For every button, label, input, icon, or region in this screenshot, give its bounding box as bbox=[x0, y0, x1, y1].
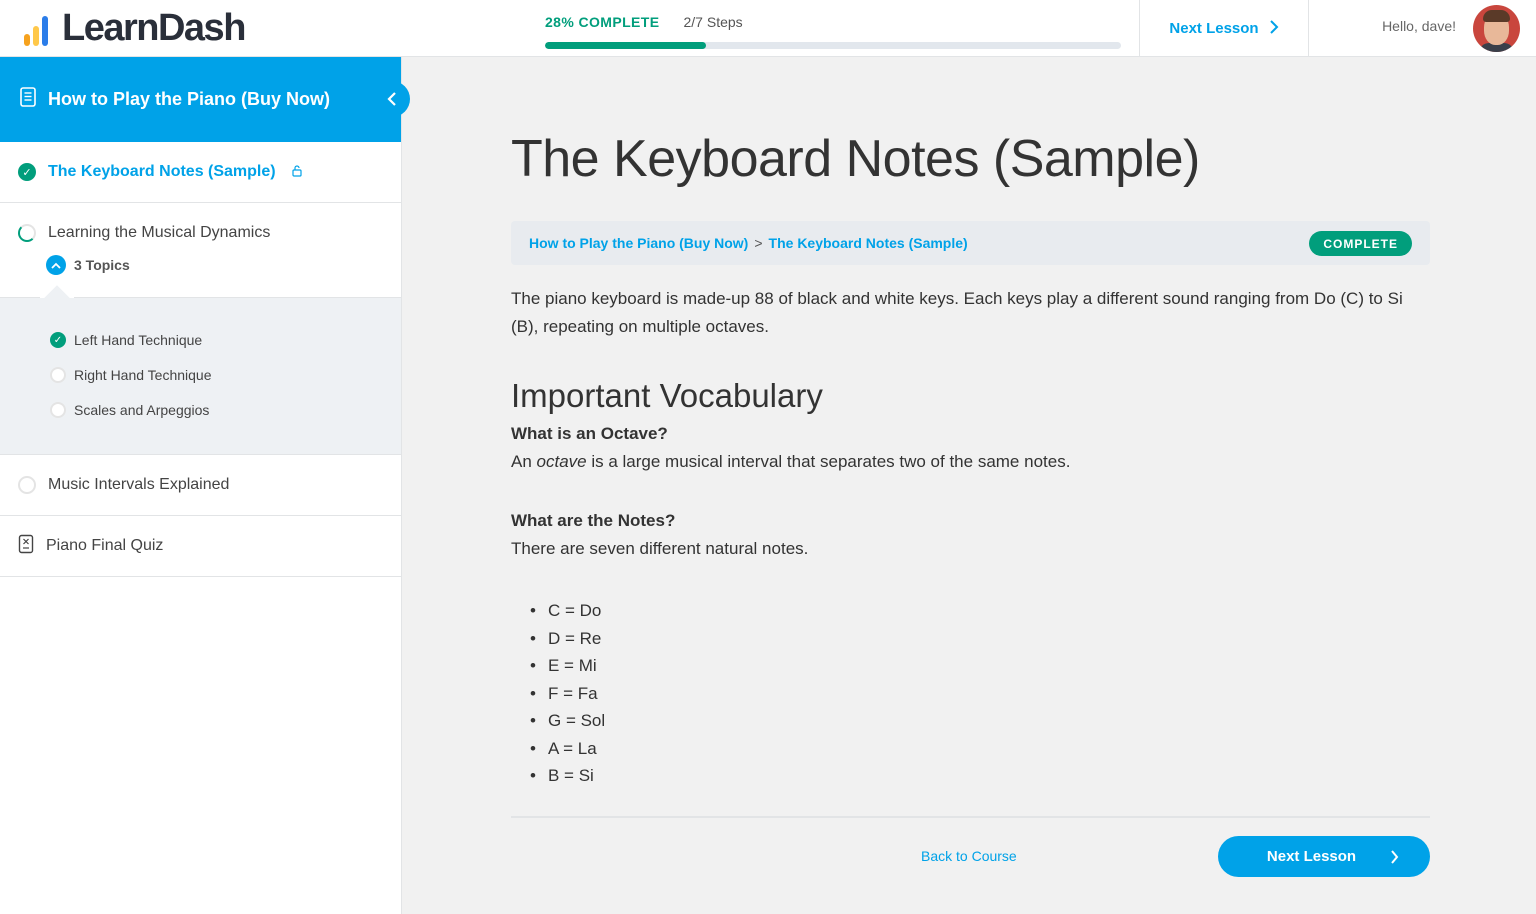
octave-emphasis: octave bbox=[536, 452, 587, 471]
check-complete-icon: ✓ bbox=[18, 163, 36, 181]
section-heading: Important Vocabulary bbox=[511, 377, 823, 414]
sidebar-lesson-keyboard-notes[interactable]: ✓ The Keyboard Notes (Sample) bbox=[0, 142, 401, 203]
sidebar-quiz-piano-final[interactable]: Piano Final Quiz bbox=[0, 516, 401, 577]
sidebar-lesson-label: Learning the Musical Dynamics bbox=[48, 224, 271, 241]
topic-label: Left Hand Technique bbox=[74, 332, 203, 348]
question-notes: What are the Notes? bbox=[511, 511, 676, 530]
list-item: F = Fa bbox=[530, 680, 605, 708]
sidebar-lesson-music-intervals[interactable]: Music Intervals Explained bbox=[0, 455, 401, 516]
page-title: The Keyboard Notes (Sample) bbox=[511, 130, 1200, 188]
course-progress: 28% COMPLETE 2/7 Steps bbox=[545, 14, 1121, 49]
content-divider bbox=[511, 816, 1430, 818]
list-item: C = Do bbox=[530, 597, 605, 625]
topic-left-hand-technique[interactable]: ✓ Left Hand Technique bbox=[50, 332, 202, 348]
header-next-lesson-button[interactable]: Next Lesson bbox=[1139, 0, 1309, 57]
next-lesson-label: Next Lesson bbox=[1266, 848, 1357, 865]
sidebar-lesson-label: The Keyboard Notes (Sample) bbox=[48, 163, 276, 180]
lesson-content: The Keyboard Notes (Sample) How to Play … bbox=[402, 57, 1536, 914]
question-octave: What is an Octave? bbox=[511, 424, 668, 443]
progress-bar-track bbox=[545, 42, 1121, 49]
status-badge: COMPLETE bbox=[1309, 231, 1412, 256]
header-next-lesson-label: Next Lesson bbox=[1169, 20, 1259, 37]
topic-right-hand-technique[interactable]: Right Hand Technique bbox=[50, 367, 212, 383]
chevron-right-icon bbox=[1269, 18, 1279, 39]
chevron-up-icon bbox=[46, 255, 66, 275]
topics-toggle[interactable]: 3 Topics bbox=[46, 255, 130, 275]
breadcrumb-separator: > bbox=[754, 235, 763, 251]
list-item: A = La bbox=[530, 735, 605, 763]
back-to-course-link[interactable]: Back to Course bbox=[921, 848, 1017, 864]
topic-label: Right Hand Technique bbox=[74, 367, 212, 383]
answer-octave: An octave is a large musical interval th… bbox=[511, 452, 1071, 471]
check-complete-icon: ✓ bbox=[50, 332, 66, 348]
sidebar-lesson-musical-dynamics[interactable]: Learning the Musical Dynamics bbox=[0, 203, 401, 297]
list-item: B = Si bbox=[530, 762, 605, 790]
quiz-icon bbox=[18, 534, 34, 559]
list-item: E = Mi bbox=[530, 652, 605, 680]
check-empty-icon bbox=[18, 476, 36, 494]
progress-percent-label: 28% COMPLETE bbox=[545, 14, 660, 30]
topic-label: Scales and Arpeggios bbox=[74, 402, 210, 418]
sidebar-lesson-label: Music Intervals Explained bbox=[48, 476, 230, 493]
progress-bar-fill bbox=[545, 42, 707, 49]
sidebar-lesson-label: Piano Final Quiz bbox=[46, 537, 164, 554]
progress-steps-label: 2/7 Steps bbox=[683, 14, 743, 30]
avatar[interactable] bbox=[1473, 5, 1520, 52]
list-item: G = Sol bbox=[530, 707, 605, 735]
sidebar-collapse-button[interactable] bbox=[374, 81, 410, 117]
notes-list: C = Do D = Re E = Mi F = Fa G = Sol A = … bbox=[530, 597, 605, 790]
check-in-progress-icon bbox=[18, 224, 36, 242]
user-greeting: Hello, dave! bbox=[1382, 18, 1456, 34]
chevron-right-icon bbox=[1391, 849, 1399, 864]
check-empty-icon bbox=[50, 367, 66, 383]
course-sidebar: How to Play the Piano (Buy Now) ✓ The Ke… bbox=[0, 57, 410, 914]
logo-text: LearnDash bbox=[62, 7, 246, 49]
learndash-logo[interactable]: LearnDash bbox=[24, 7, 246, 49]
check-empty-icon bbox=[50, 402, 66, 418]
intro-paragraph: The piano keyboard is made-up 88 of blac… bbox=[511, 289, 1403, 336]
list-item: D = Re bbox=[530, 625, 605, 653]
logo-bars-icon bbox=[24, 14, 54, 48]
next-lesson-button[interactable]: Next Lesson bbox=[1218, 836, 1430, 877]
breadcrumb-course-link[interactable]: How to Play the Piano (Buy Now) bbox=[529, 235, 748, 251]
breadcrumb-lesson-link[interactable]: The Keyboard Notes (Sample) bbox=[769, 235, 968, 251]
answer-notes: There are seven different natural notes. bbox=[511, 539, 809, 558]
course-document-icon bbox=[20, 87, 36, 112]
chevron-left-icon bbox=[387, 92, 396, 106]
sidebar-course-title: How to Play the Piano (Buy Now) bbox=[48, 89, 331, 109]
unlock-icon bbox=[292, 164, 302, 180]
topics-count-label: 3 Topics bbox=[74, 257, 130, 273]
top-header: LearnDash 28% COMPLETE 2/7 Steps Next Le… bbox=[0, 0, 1536, 57]
topics-list: ✓ Left Hand Technique Right Hand Techniq… bbox=[0, 285, 401, 455]
sidebar-course-title-bar[interactable]: How to Play the Piano (Buy Now) bbox=[0, 57, 401, 142]
breadcrumb: How to Play the Piano (Buy Now) > The Ke… bbox=[511, 221, 1430, 265]
topic-scales-arpeggios[interactable]: Scales and Arpeggios bbox=[50, 402, 209, 418]
